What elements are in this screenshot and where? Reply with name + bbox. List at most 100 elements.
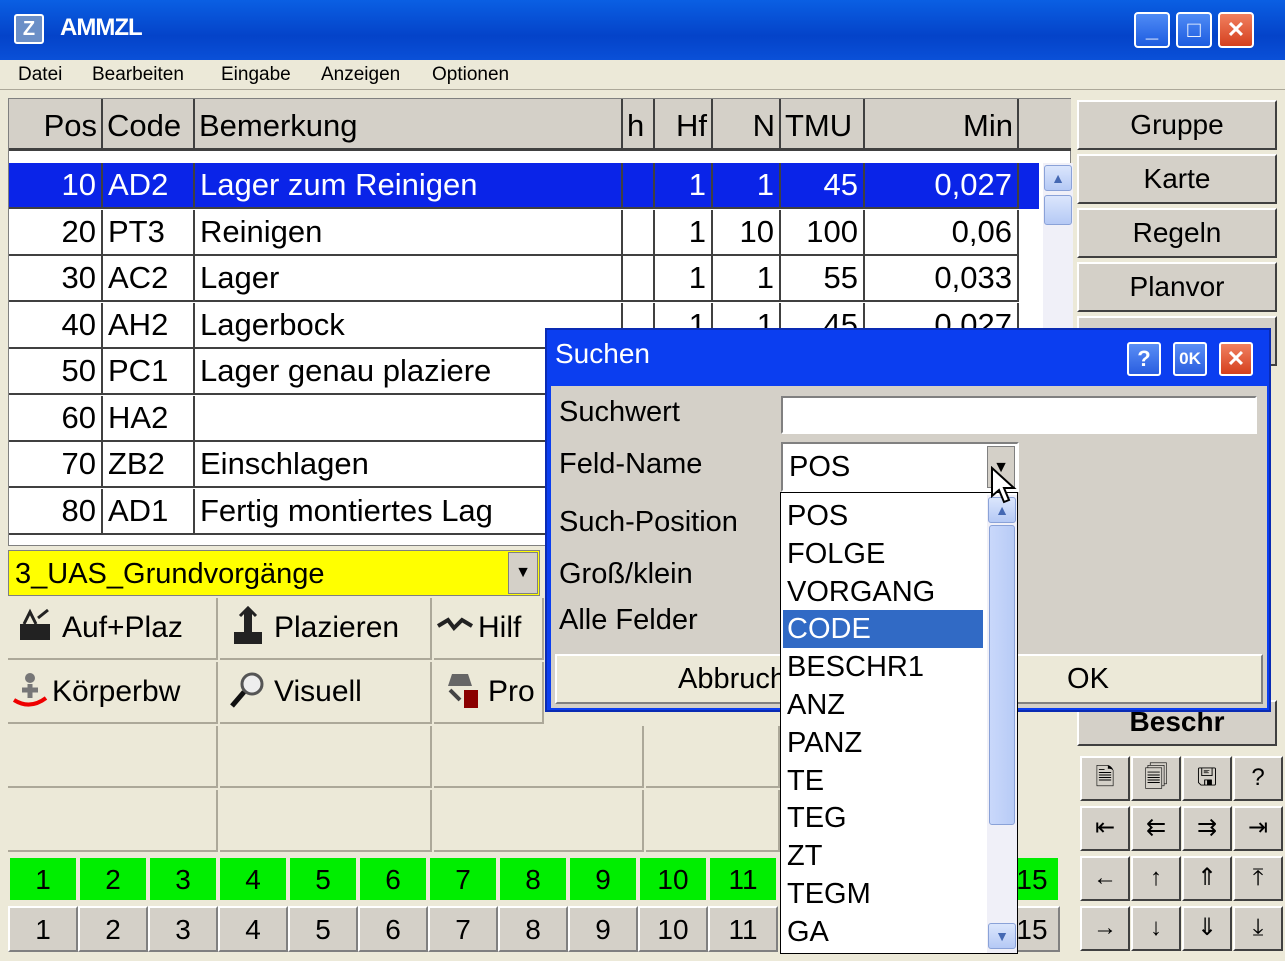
gray-number-button[interactable]: 10	[638, 906, 708, 952]
menu-eingabe[interactable]: Eingabe	[221, 64, 291, 86]
down-arrow-icon[interactable]: ↓	[1131, 906, 1181, 951]
dropdown-option[interactable]: TEG	[783, 799, 983, 837]
blank-slot[interactable]	[8, 726, 218, 788]
dropdown-option[interactable]: TE	[783, 762, 983, 800]
dropdown-option[interactable]: GA	[783, 913, 983, 951]
menu-bearbeiten[interactable]: Bearbeiten	[92, 64, 184, 86]
table-row[interactable]: 20 PT3 Reinigen 1 10 100 0,06	[9, 209, 1039, 256]
blank-slot[interactable]	[8, 790, 218, 852]
col-bemerkung[interactable]: Bemerkung	[195, 99, 623, 151]
cell-code[interactable]: PC1	[103, 349, 195, 395]
green-number-button[interactable]: 9	[568, 856, 638, 902]
green-number-button[interactable]: 2	[78, 856, 148, 902]
cell-bemerkung[interactable]: Reinigen	[195, 209, 623, 256]
gray-number-button[interactable]: 5	[288, 906, 358, 952]
green-number-button[interactable]: 6	[358, 856, 428, 902]
cell-pos[interactable]: 60	[9, 395, 103, 442]
gray-number-button[interactable]: 11	[708, 906, 778, 952]
last-icon[interactable]: ⇥	[1233, 806, 1283, 851]
dropdown-option[interactable]: ZT	[783, 837, 983, 875]
col-hf[interactable]: Hf	[655, 99, 713, 151]
gray-number-button[interactable]: 7	[428, 906, 498, 952]
table-row[interactable]: 10 AD2 Lager zum Reinigen 1 1 45 0,027	[9, 163, 1039, 209]
cell-bemerkung[interactable]: Lager	[195, 256, 623, 302]
cell-h[interactable]	[623, 256, 655, 302]
up-arrow-icon[interactable]: ↑	[1131, 856, 1181, 901]
gray-number-button[interactable]: 3	[148, 906, 218, 952]
col-n[interactable]: N	[713, 99, 781, 151]
cell-n[interactable]: 1	[713, 163, 781, 209]
field-name-dropdown[interactable]: POS FOLGE VORGANG CODE BESCHR1 ANZ PANZ TE TEG ZT…	[780, 492, 1018, 954]
cell-bemerkung[interactable]: Lager zum Reinigen	[195, 163, 623, 209]
dropdown-option[interactable]: CODE	[783, 610, 983, 649]
blank-slot[interactable]	[646, 726, 780, 788]
cell-code[interactable]: PT3	[103, 209, 195, 256]
auf-plaz-tool[interactable]: Auf+Plaz	[8, 598, 218, 660]
document-icon[interactable]: 🗎	[1080, 756, 1130, 801]
save-icon[interactable]: 🖫	[1182, 756, 1232, 801]
cell-hf[interactable]: 1	[655, 209, 713, 256]
cell-pos[interactable]: 40	[9, 302, 103, 349]
title-bar[interactable]: Z AMMZL _ □ ✕	[0, 0, 1285, 60]
col-tmu[interactable]: TMU	[781, 99, 865, 151]
bottom-icon[interactable]: ⤓	[1233, 906, 1283, 951]
cell-pos[interactable]: 20	[9, 209, 103, 256]
visuell-tool[interactable]: Visuell	[220, 662, 432, 724]
green-number-button[interactable]: 7	[428, 856, 498, 902]
combo-arrow-icon[interactable]: ▼	[508, 552, 538, 594]
cell-n[interactable]: 10	[713, 209, 781, 256]
cell-h[interactable]	[623, 209, 655, 256]
cell-pos[interactable]: 30	[9, 256, 103, 302]
cell-tmu[interactable]: 45	[781, 163, 865, 209]
rewind-icon[interactable]: ⇇	[1131, 806, 1181, 851]
cell-hf[interactable]: 1	[655, 163, 713, 209]
cell-h[interactable]	[623, 163, 655, 209]
karte-button[interactable]: Karte	[1077, 154, 1277, 204]
dropdown-scrollbar[interactable]: ▲ ▼	[987, 495, 1017, 953]
col-h[interactable]: h	[623, 99, 655, 151]
scroll-thumb[interactable]	[989, 525, 1015, 825]
page-up-icon[interactable]: ⇑	[1182, 856, 1232, 901]
green-number-button[interactable]: 4	[218, 856, 288, 902]
cell-code[interactable]: AD2	[103, 163, 195, 209]
copy-icon[interactable]: 🗐	[1131, 756, 1181, 801]
cell-pos[interactable]: 70	[9, 442, 103, 488]
planvor-button[interactable]: Planvor	[1077, 262, 1277, 312]
menu-optionen[interactable]: Optionen	[432, 64, 509, 86]
left-arrow-icon[interactable]: ←	[1080, 856, 1130, 901]
close-button[interactable]: ✕	[1218, 12, 1254, 48]
help-icon[interactable]: ?	[1233, 756, 1283, 801]
cell-tmu[interactable]: 55	[781, 256, 865, 302]
blank-slot[interactable]	[220, 726, 432, 788]
green-number-button[interactable]: 11	[708, 856, 778, 902]
cell-code[interactable]: AD1	[103, 488, 195, 535]
green-number-button[interactable]: 3	[148, 856, 218, 902]
col-pos[interactable]: Pos	[9, 99, 103, 151]
close-icon[interactable]: ✕	[1219, 342, 1253, 376]
cell-pos[interactable]: 50	[9, 349, 103, 395]
gray-number-button[interactable]: 2	[78, 906, 148, 952]
menu-anzeigen[interactable]: Anzeigen	[321, 64, 400, 86]
scroll-down-arrow-icon[interactable]: ▼	[988, 923, 1016, 949]
blank-slot[interactable]	[434, 790, 644, 852]
top-icon[interactable]: ⤒	[1233, 856, 1283, 901]
dropdown-option[interactable]: VORGANG	[783, 573, 983, 611]
cell-code[interactable]: ZB2	[103, 442, 195, 488]
gruppe-button[interactable]: Gruppe	[1077, 100, 1277, 150]
dropdown-option[interactable]: TEGM	[783, 875, 983, 913]
regeln-button[interactable]: Regeln	[1077, 208, 1277, 258]
minimize-button[interactable]: _	[1134, 12, 1170, 48]
gray-number-button[interactable]: 8	[498, 906, 568, 952]
ok-title-button[interactable]: 0K	[1173, 342, 1207, 376]
hilf-tool[interactable]: Hilf	[434, 598, 544, 660]
dropdown-option[interactable]: ANZ	[783, 686, 983, 724]
cell-hf[interactable]: 1	[655, 256, 713, 302]
blank-slot[interactable]	[434, 726, 644, 788]
dropdown-option[interactable]: PANZ	[783, 724, 983, 762]
green-number-button[interactable]: 1	[8, 856, 78, 902]
cell-min[interactable]: 0,027	[865, 163, 1019, 209]
cell-min[interactable]: 0,033	[865, 256, 1019, 302]
scroll-up-arrow-icon[interactable]: ▲	[1044, 165, 1072, 191]
cell-code[interactable]: AH2	[103, 302, 195, 349]
forward-icon[interactable]: ⇉	[1182, 806, 1232, 851]
